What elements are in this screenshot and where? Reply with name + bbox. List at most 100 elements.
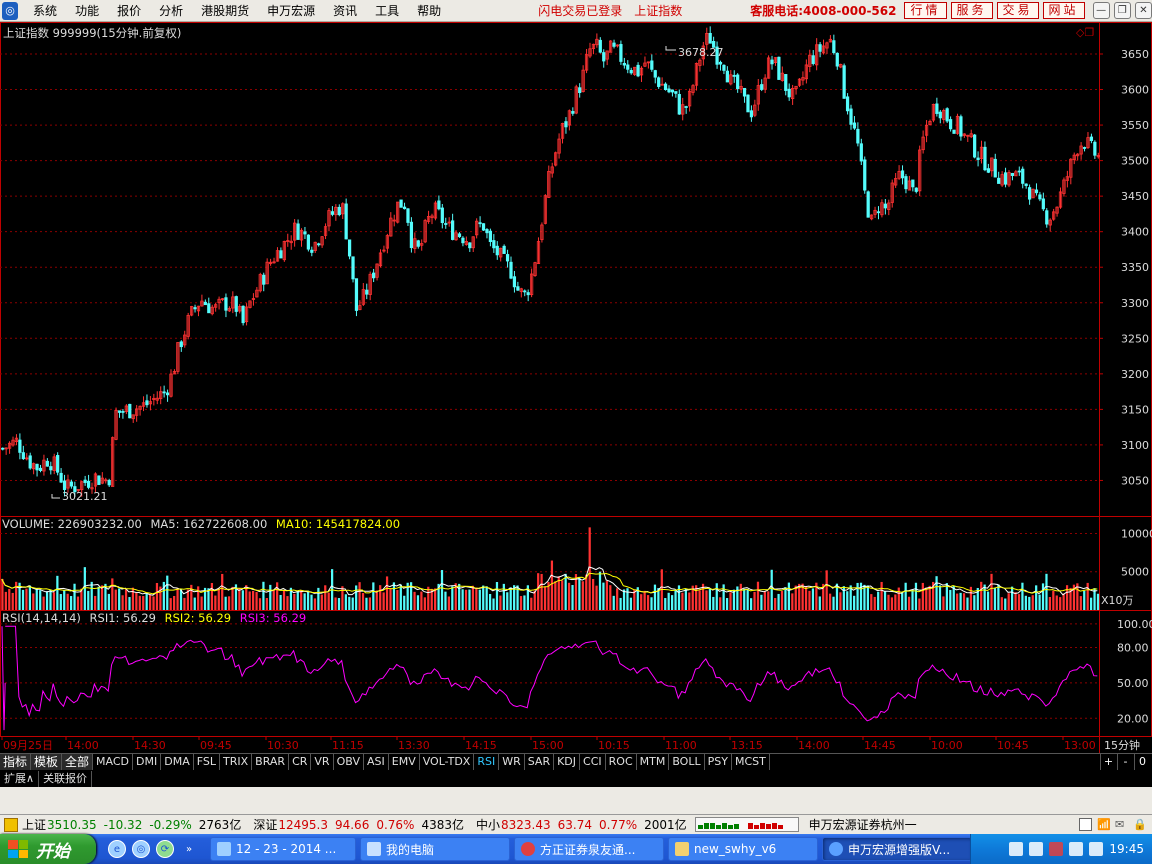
volume-bar[interactable] bbox=[324, 585, 327, 610]
candle-body[interactable] bbox=[1010, 172, 1015, 176]
volume-bar[interactable] bbox=[883, 591, 887, 610]
volume-bar[interactable] bbox=[853, 595, 856, 610]
volume-bar[interactable] bbox=[1031, 595, 1034, 610]
volume-bar[interactable] bbox=[1065, 585, 1069, 610]
candle-body[interactable] bbox=[636, 64, 640, 77]
tab-dma[interactable]: DMA bbox=[161, 754, 194, 770]
candle-body[interactable] bbox=[938, 111, 942, 119]
volume-bar[interactable] bbox=[808, 590, 811, 610]
volume-bar[interactable] bbox=[241, 590, 244, 610]
volume-bar[interactable] bbox=[355, 585, 358, 610]
candle-body[interactable] bbox=[571, 111, 575, 114]
tab-macd[interactable]: MACD bbox=[93, 754, 134, 770]
volume-bar[interactable] bbox=[1014, 592, 1017, 610]
taskbar-button-folder[interactable]: new_swhy_v6 bbox=[668, 837, 818, 861]
candle-body[interactable] bbox=[241, 305, 245, 324]
volume-bar[interactable] bbox=[962, 593, 966, 610]
candle-body[interactable] bbox=[45, 460, 49, 467]
volume-bar[interactable] bbox=[997, 584, 1000, 610]
volume-bar[interactable] bbox=[1048, 597, 1052, 610]
candle-body[interactable] bbox=[952, 129, 956, 134]
menu-help[interactable]: 帮助 bbox=[408, 0, 450, 22]
volume-bar[interactable] bbox=[461, 589, 464, 610]
candle-body[interactable] bbox=[97, 475, 101, 485]
volume-bar[interactable] bbox=[760, 594, 763, 610]
volume-bar[interactable] bbox=[605, 580, 608, 610]
volume-bar[interactable] bbox=[265, 598, 268, 610]
volume-bar[interactable] bbox=[135, 592, 138, 610]
volume-bar[interactable] bbox=[712, 596, 715, 610]
volume-bar[interactable] bbox=[1052, 590, 1055, 610]
volume-bar[interactable] bbox=[258, 598, 262, 610]
volume-bar[interactable] bbox=[890, 597, 894, 610]
candle-body[interactable] bbox=[1041, 198, 1045, 210]
volume-bar[interactable] bbox=[846, 591, 849, 610]
candle-body[interactable] bbox=[203, 301, 207, 306]
volume-bar[interactable] bbox=[1086, 582, 1089, 610]
volume-bar[interactable] bbox=[708, 588, 712, 610]
candle-body[interactable] bbox=[976, 157, 980, 160]
volume-bar[interactable] bbox=[35, 588, 38, 610]
volume-bar[interactable] bbox=[1062, 593, 1065, 610]
volume-bar[interactable] bbox=[313, 598, 317, 610]
volume-bar[interactable] bbox=[650, 597, 653, 610]
lock-status-icon[interactable]: 🔒 bbox=[1133, 818, 1147, 831]
start-button[interactable]: 开始 bbox=[0, 834, 96, 864]
tab-all[interactable]: 全部 bbox=[62, 754, 94, 770]
candle-body[interactable] bbox=[677, 94, 681, 115]
tray-app-icon[interactable] bbox=[1029, 842, 1044, 856]
volume-bar[interactable] bbox=[598, 571, 602, 610]
candle-body[interactable] bbox=[372, 272, 376, 279]
volume-bar[interactable] bbox=[914, 582, 918, 610]
candle-body[interactable] bbox=[832, 40, 836, 54]
candle-body[interactable] bbox=[86, 480, 91, 488]
quotes-button[interactable]: 行情 bbox=[904, 2, 947, 19]
volume-bar[interactable] bbox=[667, 592, 670, 610]
candle-body[interactable] bbox=[784, 74, 788, 91]
restore-icon[interactable]: ❐ bbox=[1113, 2, 1131, 19]
volume-bar[interactable] bbox=[310, 594, 313, 610]
candle-body[interactable] bbox=[303, 231, 307, 235]
volume-bar[interactable] bbox=[1055, 595, 1058, 610]
candle-body[interactable] bbox=[468, 242, 472, 249]
candle-body[interactable] bbox=[59, 472, 63, 483]
volume-bar[interactable] bbox=[715, 583, 718, 610]
volume-bar[interactable] bbox=[780, 591, 784, 610]
candle-body[interactable] bbox=[128, 403, 132, 419]
candle-body[interactable] bbox=[883, 203, 887, 209]
volume-bar[interactable] bbox=[303, 593, 306, 610]
candle-body[interactable] bbox=[347, 239, 352, 257]
candle-body[interactable] bbox=[69, 481, 74, 487]
menu-system[interactable]: 系统 bbox=[24, 0, 66, 22]
trade-button[interactable]: 交易 bbox=[996, 2, 1039, 19]
volume-bar[interactable] bbox=[839, 592, 842, 610]
candle-body[interactable] bbox=[835, 52, 839, 67]
volume-bar[interactable] bbox=[224, 596, 227, 610]
volume-bars[interactable]: 10000 5000 bbox=[0, 527, 1152, 610]
volume-bar[interactable] bbox=[186, 589, 189, 610]
volume-bar[interactable] bbox=[56, 575, 59, 610]
volume-bar[interactable] bbox=[567, 582, 571, 610]
candle-body[interactable] bbox=[859, 143, 863, 162]
volume-bar[interactable] bbox=[753, 591, 756, 610]
volume-bar[interactable] bbox=[612, 595, 615, 610]
taskbar-button-fangzheng[interactable]: 方正证券泉友通... bbox=[514, 837, 664, 861]
tray-volume-icon[interactable] bbox=[1069, 842, 1084, 856]
volume-bar[interactable] bbox=[166, 575, 169, 610]
volume-bar[interactable] bbox=[286, 596, 289, 610]
volume-bar[interactable] bbox=[904, 582, 907, 610]
volume-bar[interactable] bbox=[21, 589, 25, 610]
volume-bar[interactable] bbox=[646, 595, 650, 610]
volume-bar[interactable] bbox=[664, 598, 667, 610]
volume-bar[interactable] bbox=[523, 595, 526, 610]
volume-bar[interactable] bbox=[866, 585, 869, 610]
volume-bar[interactable] bbox=[90, 581, 93, 610]
volume-bar[interactable] bbox=[252, 590, 255, 610]
candle-body[interactable] bbox=[62, 480, 67, 490]
zoom-out-button[interactable]: - bbox=[1117, 754, 1133, 770]
volume-bar[interactable] bbox=[787, 582, 791, 610]
volume-bar[interactable] bbox=[1083, 590, 1086, 610]
volume-bar[interactable] bbox=[543, 586, 547, 610]
candle-body[interactable] bbox=[279, 250, 283, 259]
tab-asi[interactable]: ASI bbox=[364, 754, 389, 770]
